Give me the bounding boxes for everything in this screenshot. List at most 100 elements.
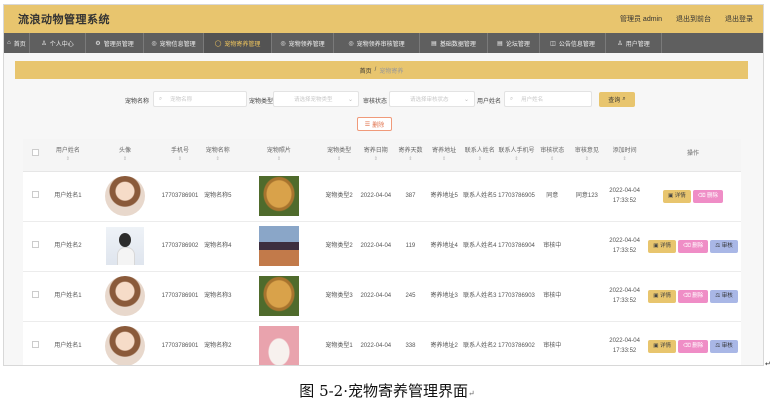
sort-icon[interactable]: ⇕: [237, 156, 321, 162]
row-select-cell[interactable]: [23, 271, 48, 322]
cell-address: 寄养地址4: [426, 221, 462, 272]
detail-icon: ▣: [667, 192, 675, 199]
cell-date: 2022-04-04: [357, 271, 395, 322]
column-header-label: 手机号: [171, 148, 190, 155]
avatar-cell: [88, 221, 162, 272]
sort-icon[interactable]: ⇕: [535, 156, 570, 162]
nav-item-9[interactable]: ▤ 论坛管理: [488, 33, 540, 53]
pet-type-select[interactable]: 请选择宠物类型 ⌄: [273, 91, 359, 107]
column-header[interactable]: 宠物照片 ⇕: [237, 139, 321, 172]
sort-icon[interactable]: ⇕: [88, 156, 161, 162]
sort-icon[interactable]: ⇕: [162, 156, 199, 162]
cell-user: 用户姓名2: [47, 221, 89, 272]
column-header[interactable]: 寄养日期 ⇕: [357, 139, 395, 172]
delete-button[interactable]: ⌫ 删除: [677, 289, 709, 303]
sort-icon[interactable]: ⇕: [498, 156, 535, 162]
nav-item-7[interactable]: ◎ 宠物领养审核管理: [334, 33, 420, 53]
column-header[interactable]: 用户姓名 ⇕: [47, 139, 89, 172]
pet-name-input[interactable]: ⌕ 宠物名称: [153, 91, 247, 107]
row-checkbox[interactable]: [31, 190, 39, 198]
column-header-label: 审核状态: [540, 148, 565, 155]
row-checkbox[interactable]: [31, 240, 39, 248]
column-header-label: 宠物类型: [327, 148, 352, 155]
audit-button[interactable]: ⚖ 审核: [710, 239, 738, 253]
cell-opinion: 同意123: [569, 171, 605, 222]
column-header[interactable]: 联系人姓名 ⇕: [461, 139, 499, 172]
cell-status: 审核中: [534, 271, 570, 322]
audit-status-select[interactable]: 请选择审核状态 ⌄: [389, 91, 475, 107]
column-header[interactable]: 寄养地址 ⇕: [426, 139, 462, 172]
pet-name-placeholder: 宠物名称: [170, 97, 193, 103]
row-checkbox[interactable]: [31, 340, 39, 348]
search-icon: ⌕: [510, 95, 514, 102]
audit-button[interactable]: ⚖ 审核: [710, 289, 738, 303]
cell-phone: 17703786902: [161, 221, 198, 272]
user-name-input[interactable]: ⌕ 用户姓名: [504, 91, 592, 107]
column-header[interactable]: 审核状态 ⇕: [534, 139, 570, 172]
nav-item-8[interactable]: ▤ 基础数据管理: [420, 33, 488, 53]
cell-phone: 17703786901: [161, 321, 198, 365]
sort-icon[interactable]: ⇕: [604, 156, 645, 162]
nav-item-5[interactable]: ◯ 宠物寄养管理: [204, 33, 272, 53]
sort-icon[interactable]: ⇕: [47, 156, 88, 162]
action-label: 删除: [692, 342, 704, 349]
cell-pet: 宠物名称2: [198, 321, 238, 365]
nav-item-label: 宠物信息管理: [159, 41, 196, 48]
sort-icon[interactable]: ⇕: [394, 156, 427, 162]
delete-button[interactable]: ⌫ 删除: [677, 239, 709, 253]
column-header[interactable]: 添加时间 ⇕: [604, 139, 645, 172]
sort-icon[interactable]: ⇕: [357, 156, 394, 162]
breadcrumb-home[interactable]: 首页: [360, 66, 372, 75]
column-header[interactable]: 联系人手机号 ⇕: [498, 139, 535, 172]
delete-button[interactable]: ⌫ 删除: [677, 339, 709, 353]
column-header[interactable]: 宠物名称 ⇕: [198, 139, 238, 172]
nav-item-10[interactable]: ◫ 公告信息管理: [540, 33, 606, 53]
select-all-cell[interactable]: [23, 139, 48, 172]
column-header[interactable]: 寄养天数 ⇕: [394, 139, 427, 172]
column-header[interactable]: 操作: [644, 139, 741, 172]
nav-item-6[interactable]: ◎ 宠物领养管理: [272, 33, 334, 53]
row-select-cell[interactable]: [23, 171, 48, 222]
cell-status: 同意: [534, 171, 570, 222]
nav-item-4[interactable]: ◎ 宠物信息管理: [144, 33, 204, 53]
settings-icon: ⚙: [95, 40, 101, 47]
logout-link[interactable]: 退出登录: [725, 14, 753, 24]
sort-icon[interactable]: ⇕: [321, 156, 358, 162]
table-row: 用户姓名1 17703786901 宠物名称3 宠物类型3 2022-04-04 245 寄…: [23, 271, 741, 322]
detail-button[interactable]: ▣ 详情: [662, 189, 691, 203]
nav-item-11[interactable]: ♙ 用户管理: [606, 33, 662, 53]
row-select-cell[interactable]: [23, 321, 48, 365]
cell-contact_phone: 17703786903: [498, 271, 535, 322]
nav-item-1[interactable]: ⌂ 首页: [4, 33, 30, 53]
detail-button[interactable]: ▣ 详情: [648, 289, 676, 303]
pet-photo-cell: [237, 271, 321, 322]
sort-icon[interactable]: ⇕: [427, 156, 462, 162]
column-header[interactable]: 手机号 ⇕: [161, 139, 199, 172]
detail-button[interactable]: ▣ 详情: [648, 239, 676, 253]
column-header[interactable]: 审核意见 ⇕: [569, 139, 605, 172]
detail-button[interactable]: ▣ 详情: [648, 339, 676, 353]
sort-icon[interactable]: ⇕: [461, 156, 498, 162]
sort-icon[interactable]: ⇕: [198, 156, 237, 162]
column-header[interactable]: 头像 ⇕: [88, 139, 162, 172]
pet-name-label: 宠物名称: [125, 99, 150, 105]
pet-type-label: 宠物类型: [249, 99, 274, 105]
avatar-cell: [88, 321, 162, 365]
select-all-checkbox[interactable]: [31, 149, 39, 157]
column-header[interactable]: 宠物类型 ⇕: [320, 139, 358, 172]
audit-button[interactable]: ⚖ 审核: [710, 339, 738, 353]
query-button[interactable]: 查询 ⌕: [599, 92, 635, 107]
nav-item-3[interactable]: ⚙ 管理员管理: [86, 33, 144, 53]
batch-delete-button[interactable]: ☰ 删除: [357, 117, 392, 131]
row-select-cell[interactable]: [23, 221, 48, 272]
row-checkbox[interactable]: [31, 290, 39, 298]
cell-added: 2022-04-04 17:33:52: [604, 321, 645, 365]
delete-button[interactable]: ⌫ 删除: [692, 189, 724, 203]
nav-item-2[interactable]: ♙ 个人中心: [30, 33, 86, 53]
users-icon: ♙: [617, 40, 623, 47]
back-to-front-link[interactable]: 退出到前台: [676, 14, 711, 24]
batch-delete-label: 删除: [372, 122, 385, 129]
home-icon: ⌂: [7, 40, 11, 46]
cell-status: 审核中: [534, 321, 570, 365]
sort-icon[interactable]: ⇕: [570, 156, 605, 162]
